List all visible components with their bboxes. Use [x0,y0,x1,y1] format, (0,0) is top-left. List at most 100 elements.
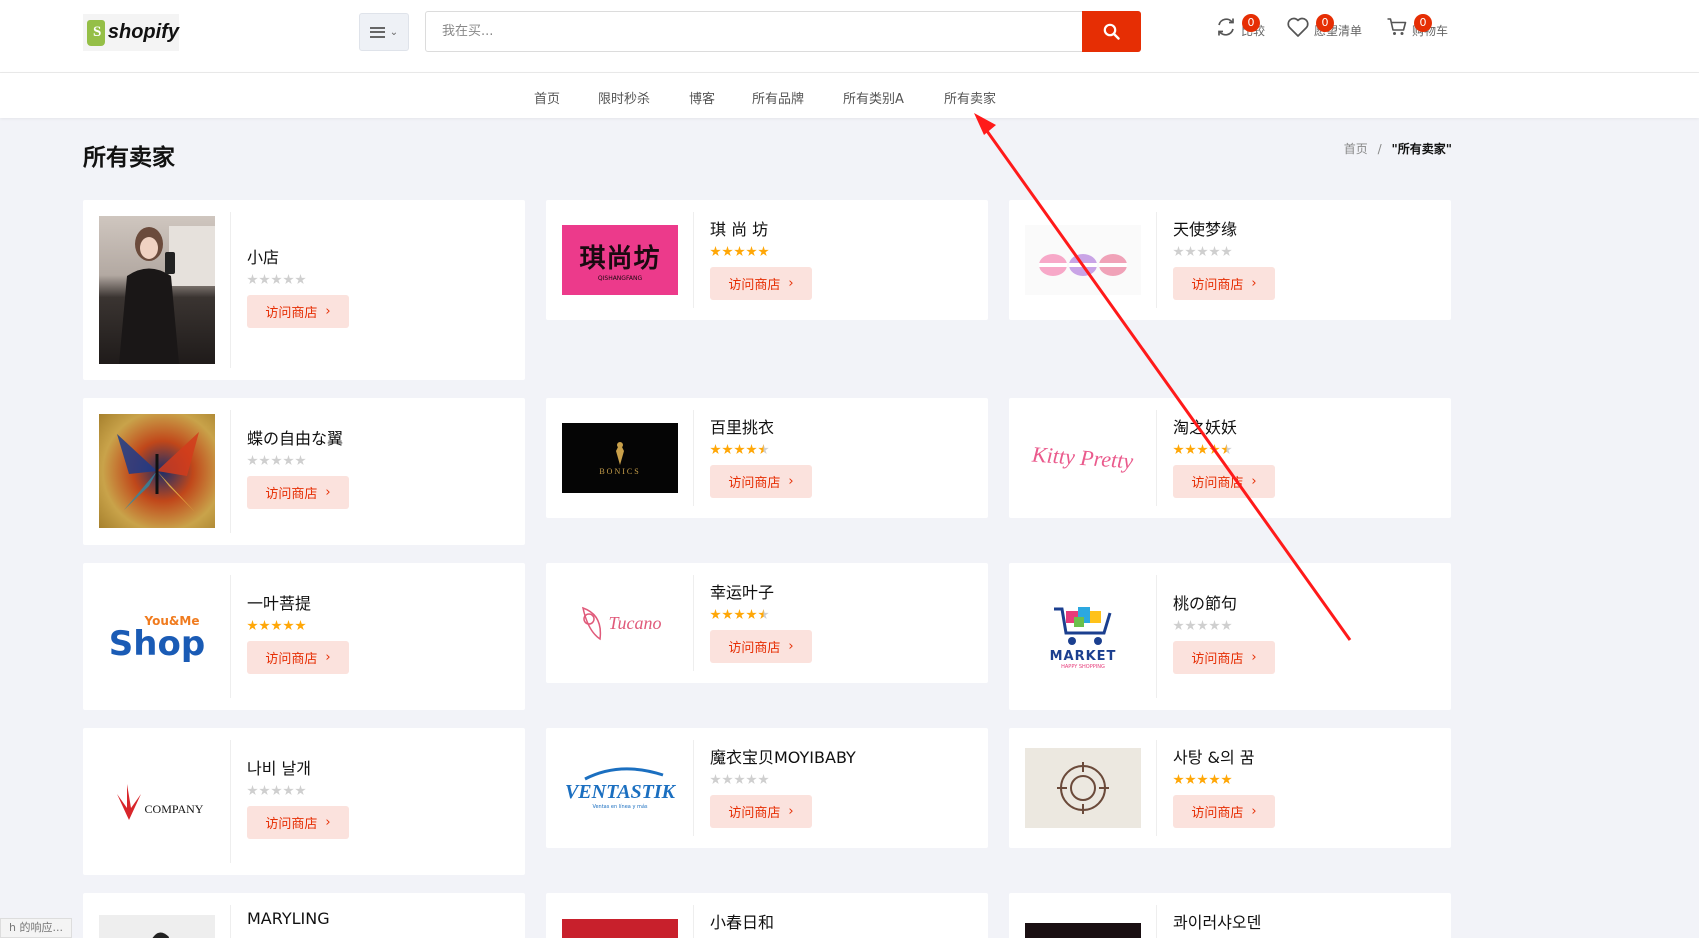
visit-store-button[interactable]: 访问商店 › [710,267,812,300]
star-icon [710,774,721,785]
visit-store-label: 访问商店 [265,652,318,667]
star-icon [271,274,282,285]
seller-logo[interactable]: You&Me Shop [99,588,215,686]
star-icon [1209,246,1220,257]
seller-logo[interactable] [99,216,215,364]
search-button[interactable] [1082,11,1141,52]
star-icon [283,785,294,796]
search-input[interactable] [426,12,1066,51]
visit-store-button[interactable]: 访问商店 › [710,630,812,663]
visit-store-button[interactable]: 访问商店 › [1173,267,1275,300]
hamburger-icon [369,26,385,38]
seller-info: 淘之妖妖 访问商店 › [1173,414,1275,498]
seller-name[interactable]: 幸运叶子 [710,579,812,603]
cart-link[interactable]: 购物车 0 [1386,14,1448,38]
star-icon [734,609,745,620]
seller-info: 魔衣宝贝MOYIBABY 访问商店 › [710,744,856,828]
wishlist-link[interactable]: 愿望清单 0 [1286,14,1362,38]
star-icon [1185,620,1196,631]
logo-text: MARKET [1049,648,1117,664]
seller-info: 小店 访问商店 › [247,244,349,328]
seller-logo[interactable]: VENTASTIK Ventas en línea y más [562,748,678,828]
page-title: 所有卖家 [83,145,175,171]
visit-store-button[interactable]: 访问商店 › [710,465,812,498]
seller-name[interactable]: 小店 [247,244,349,268]
breadcrumb-current[interactable]: "所有卖家" [1391,142,1452,156]
seller-name[interactable]: 琪 尚 坊 [710,216,812,240]
visit-store-button[interactable]: 访问商店 › [1173,465,1275,498]
seller-name[interactable]: 콰이러샤오덴 [1173,909,1261,933]
card-divider [1156,575,1157,698]
star-icon [710,609,721,620]
seller-name[interactable]: 魔衣宝贝MOYIBABY [710,744,856,768]
category-menu-button[interactable]: ⌄ [359,13,409,51]
seller-name[interactable]: MARYLING [247,909,330,928]
logo-subtext: Shop [108,624,206,664]
seller-logo[interactable]: COMPANY [99,753,215,851]
seller-name[interactable]: 淘之妖妖 [1173,414,1275,438]
seller-logo[interactable] [99,414,215,528]
visit-store-button[interactable]: 访问商店 › [1173,641,1275,674]
breadcrumb-home[interactable]: 首页 [1344,142,1368,156]
seller-logo[interactable] [99,915,215,938]
star-icon [746,444,757,455]
chevron-right-icon: › [1251,276,1257,291]
seller-card: COMPANY 나비 날개 访问商店 › [83,728,525,875]
seller-logo[interactable] [1025,748,1141,828]
seller-logo[interactable]: MARKET HAPPY SHOPPING [1025,588,1141,686]
seller-name[interactable]: 百里挑衣 [710,414,812,438]
nav-home[interactable]: 首页 [534,88,560,107]
seller-name[interactable]: 사탕 &의 꿈 [1173,744,1275,768]
star-icon [734,774,745,785]
seller-name[interactable]: 나비 날개 [247,755,349,779]
seller-card: 琪尚坊 QISHANGFANG 琪 尚 坊 访问商店 › [546,200,988,320]
seller-name[interactable]: 桃の節句 [1173,590,1275,614]
chevron-right-icon: › [788,639,794,654]
visit-store-button[interactable]: 访问商店 › [710,795,812,828]
card-divider [230,410,231,533]
visit-store-button[interactable]: 访问商店 › [247,295,349,328]
nav-all-categories[interactable]: 所有类别A [843,88,904,107]
visit-store-button[interactable]: 访问商店 › [247,806,349,839]
seller-name[interactable]: 小春日和 [710,909,774,933]
chevron-right-icon: › [788,474,794,489]
star-icon [247,785,258,796]
nav-all-brands[interactable]: 所有品牌 [752,88,804,107]
seller-logo[interactable] [562,919,678,938]
seller-logo[interactable] [1025,225,1141,295]
visit-store-button[interactable]: 访问商店 › [247,476,349,509]
star-icon [734,444,745,455]
star-icon [758,444,769,455]
nav-blog[interactable]: 博客 [689,88,715,107]
seller-logo[interactable] [1025,923,1141,938]
visit-store-label: 访问商店 [728,476,781,491]
visit-store-label: 访问商店 [728,806,781,821]
seller-logo[interactable]: Tucano [562,583,678,663]
seller-card: 사탕 &의 꿈 访问商店 › [1009,728,1451,848]
card-divider [1156,740,1157,836]
visit-store-button[interactable]: 访问商店 › [1173,795,1275,828]
star-icon [1173,774,1184,785]
rating-stars [710,774,856,785]
seller-name[interactable]: 天使梦缘 [1173,216,1275,240]
shopify-logo[interactable]: shopify [83,14,179,51]
seller-logo[interactable]: BONICS [562,423,678,493]
star-icon [283,620,294,631]
seller-name[interactable]: 蝶の自由な翼 [247,425,349,449]
seller-card: BONICS 百里挑衣 访问商店 › [546,398,988,518]
star-icon [295,274,306,285]
compare-link[interactable]: 比较 0 [1215,14,1265,38]
seller-card: VENTASTIK Ventas en línea y más 魔衣宝贝MOYI… [546,728,988,848]
star-icon [758,609,769,620]
rating-stars [710,444,812,455]
visit-store-button[interactable]: 访问商店 › [247,641,349,674]
seller-logo[interactable]: Kitty Pretty [1025,423,1141,493]
star-icon [259,274,270,285]
card-divider [230,575,231,698]
star-icon [1209,444,1220,455]
nav-all-sellers[interactable]: 所有卖家 [944,88,996,107]
star-icon [247,620,258,631]
seller-name[interactable]: 一叶菩提 [247,590,349,614]
seller-logo[interactable]: 琪尚坊 QISHANGFANG [562,225,678,295]
nav-flash-sale[interactable]: 限时秒杀 [598,88,650,107]
